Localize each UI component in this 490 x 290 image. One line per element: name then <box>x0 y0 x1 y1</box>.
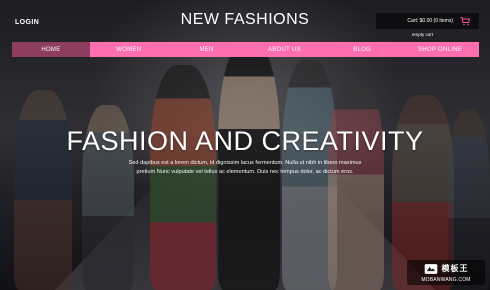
logo-icon <box>424 263 437 274</box>
watermark-brand: 模板王 <box>441 264 469 273</box>
nav-item-label: BLOG <box>353 46 372 53</box>
empty-cart-link[interactable]: empty cart <box>412 32 433 37</box>
nav-item-men[interactable]: MEN <box>168 42 246 57</box>
main-navigation: HOME WOMEN MEN ABOUT US BLOG SHOP ONLINE <box>12 42 479 57</box>
nav-item-label: MEN <box>199 46 214 53</box>
site-header: LOGIN NEW FASHIONS Cart: $0.00 (0 items)… <box>0 0 490 42</box>
cart-button[interactable]: Cart: $0.00 (0 items) <box>375 12 480 30</box>
nav-item-about-us[interactable]: ABOUT US <box>245 42 323 57</box>
watermark: 模板王 MOBANWANG.COM <box>407 260 485 285</box>
nav-item-women[interactable]: WOMEN <box>90 42 168 57</box>
nav-item-label: HOME <box>41 46 61 53</box>
shopping-bag-icon <box>460 17 471 26</box>
nav-item-home[interactable]: HOME <box>12 42 90 57</box>
hero-title: FASHION AND CREATIVITY <box>66 126 424 156</box>
watermark-domain: MOBANWANG.COM <box>421 276 471 283</box>
hero-text: Sed dapibus est a lorem dictum, id digni… <box>128 160 362 175</box>
nav-item-shop-online[interactable]: SHOP ONLINE <box>401 42 479 57</box>
nav-item-label: WOMEN <box>116 46 142 53</box>
cart-summary: Cart: $0.00 (0 items) <box>407 18 453 24</box>
watermark-top-row: 模板王 <box>424 263 469 275</box>
nav-item-label: ABOUT US <box>267 46 301 53</box>
nav-item-blog[interactable]: BLOG <box>323 42 401 57</box>
nav-item-label: SHOP ONLINE <box>417 46 463 53</box>
